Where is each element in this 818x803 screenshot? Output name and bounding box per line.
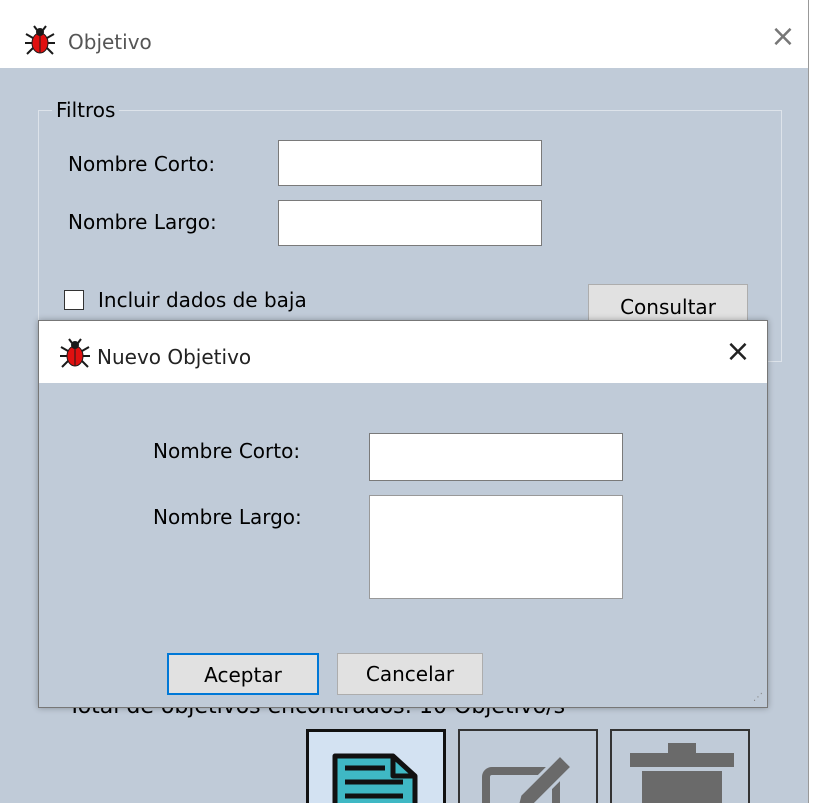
- filter-short-name-input[interactable]: [278, 140, 542, 186]
- filters-legend: Filtros: [52, 98, 120, 122]
- new-objective-dialog: Nuevo Objetivo × Nombre Corto: Nombre La…: [38, 320, 768, 708]
- delete-button[interactable]: [610, 729, 750, 803]
- resize-grip-icon[interactable]: ⋰: [753, 692, 763, 703]
- dialog-short-name-input[interactable]: [369, 433, 623, 481]
- edit-button[interactable]: [458, 729, 598, 803]
- bug-app-icon: [25, 25, 55, 55]
- dialog-long-name-textarea[interactable]: [369, 495, 623, 599]
- bug-app-icon: [60, 338, 90, 368]
- close-icon: ×: [770, 19, 796, 54]
- dialog-long-name-label: Nombre Largo:: [153, 505, 302, 529]
- filter-long-name-input[interactable]: [278, 200, 542, 246]
- include-inactive-checkbox[interactable]: [64, 290, 84, 310]
- include-inactive-label: Incluir dados de baja: [98, 288, 307, 312]
- dialog-close-button[interactable]: ×: [723, 335, 753, 369]
- filter-short-name-label: Nombre Corto:: [68, 152, 216, 176]
- accept-button[interactable]: Aceptar: [167, 653, 319, 695]
- dialog-titlebar[interactable]: Nuevo Objetivo ×: [39, 321, 767, 383]
- dialog-short-name-label: Nombre Corto:: [153, 439, 301, 463]
- window-edge: [808, 0, 818, 803]
- cancel-button[interactable]: Cancelar: [337, 653, 483, 695]
- main-close-button[interactable]: ×: [768, 22, 798, 52]
- trash-icon: [630, 743, 734, 803]
- filter-long-name-label: Nombre Largo:: [68, 210, 217, 234]
- details-icon: [332, 753, 418, 803]
- close-icon: ×: [725, 334, 751, 369]
- dialog-title: Nuevo Objetivo: [97, 345, 252, 369]
- main-window-title: Objetivo: [68, 30, 152, 54]
- edit-icon: [482, 752, 575, 803]
- view-details-button[interactable]: [306, 729, 446, 803]
- main-titlebar[interactable]: Objetivo ×: [0, 0, 808, 68]
